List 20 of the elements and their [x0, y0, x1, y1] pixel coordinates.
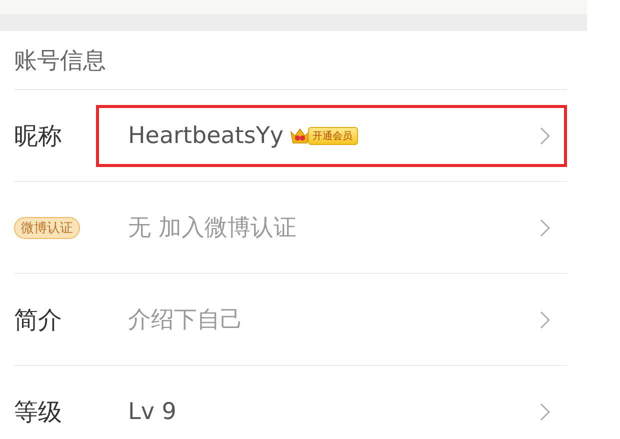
value-area[interactable]: 介绍下自己: [96, 288, 567, 350]
chevron-icon: [540, 310, 550, 328]
vip-label: 开通会员: [308, 126, 358, 144]
row-value: HeartbeatsYy: [128, 122, 284, 148]
row-value: Lv 9: [128, 398, 176, 424]
row-value: 介绍下自己: [128, 306, 243, 335]
row-label: 昵称: [14, 120, 62, 152]
value-area[interactable]: 无 加入微博认证: [96, 196, 567, 258]
highlight-frame[interactable]: HeartbeatsYy 开通会员: [96, 104, 567, 166]
chevron-icon: [540, 218, 550, 236]
row-label: 等级: [14, 396, 62, 428]
row-label: 简介: [14, 304, 62, 336]
chevron-icon: [540, 126, 550, 144]
section-title: 账号信息: [14, 46, 106, 76]
crown-icon: [290, 128, 310, 144]
value-area[interactable]: Lv 9: [96, 380, 567, 439]
chevron-icon: [540, 402, 550, 420]
verification-badge: 微博认证: [14, 216, 80, 238]
vip-badge[interactable]: 开通会员: [290, 126, 358, 144]
row-value: 无 加入微博认证: [128, 214, 296, 243]
